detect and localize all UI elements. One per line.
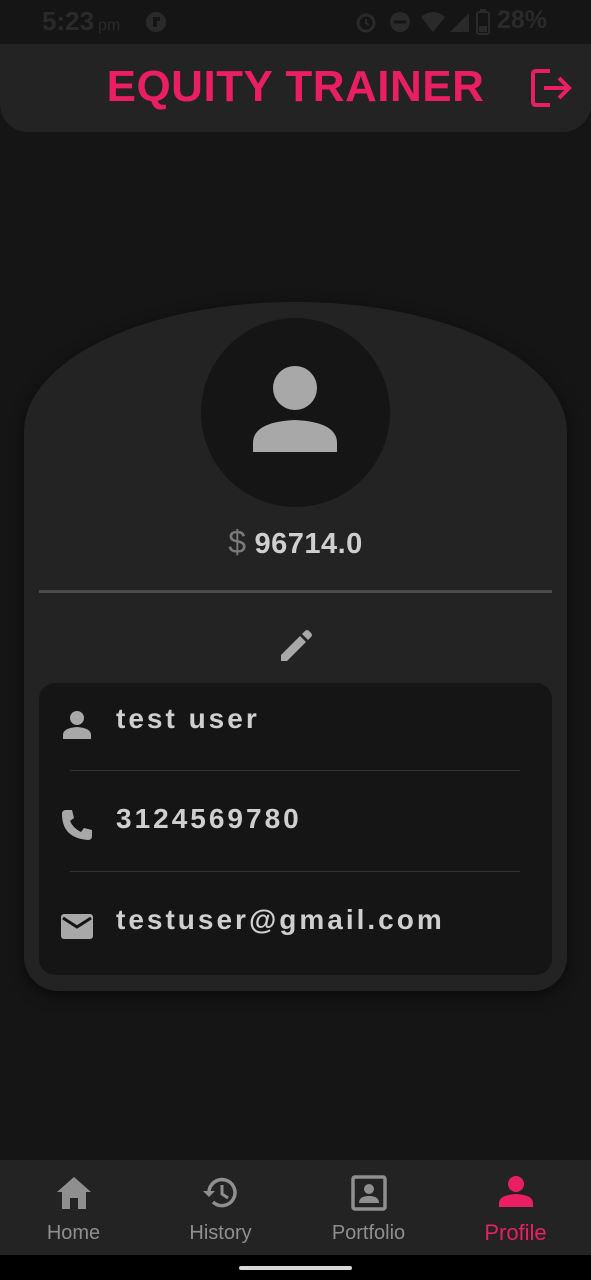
wifi-icon [421, 12, 445, 32]
status-bar: 5:23 pm 28% [0, 0, 591, 44]
row-divider [70, 770, 520, 771]
nav-portfolio[interactable]: Portfolio [295, 1160, 442, 1255]
user-name: test user [116, 703, 260, 734]
alarm-icon [356, 13, 376, 33]
phone-icon [62, 810, 92, 840]
home-icon [57, 1177, 91, 1209]
nav-home-label: Home [46, 1222, 101, 1244]
name-row: test user [39, 683, 552, 783]
nav-history[interactable]: History [147, 1160, 294, 1255]
gesture-bar [0, 1255, 591, 1280]
history-icon [203, 1177, 237, 1208]
user-info-box: test user 3124569780 testuser@gmail.com [39, 683, 552, 975]
status-time: 5:23 pm [42, 6, 120, 37]
card-divider [39, 590, 552, 593]
user-phone: 3124569780 [116, 803, 302, 834]
notification-app-icon [146, 12, 166, 32]
profile-screen: 5:23 pm 28% EQUITY TRAINER $ 96714.0 tes… [0, 0, 591, 1280]
app-bar: EQUITY TRAINER [0, 44, 591, 132]
user-email: testuser@gmail.com [116, 904, 445, 935]
status-time-value: 5:23 [42, 6, 95, 36]
nav-home[interactable]: Home [0, 1160, 147, 1255]
person-avatar-icon [253, 366, 337, 452]
dollar-icon: $ [228, 524, 247, 560]
row-divider [70, 871, 520, 872]
gesture-handle[interactable] [239, 1266, 352, 1270]
bottom-navigation: Home History Portfolio Profile [0, 1160, 591, 1255]
email-icon [61, 914, 93, 939]
nav-history-label: History [189, 1222, 252, 1244]
signal-icon [450, 13, 469, 32]
avatar[interactable] [201, 318, 390, 507]
battery-percent: 28% [497, 6, 548, 34]
portfolio-icon [351, 1175, 387, 1211]
logout-button[interactable] [528, 66, 576, 110]
nav-portfolio-label: Portfolio [331, 1222, 406, 1244]
nav-profile-label: Profile [484, 1220, 547, 1245]
email-row: testuser@gmail.com [39, 884, 552, 984]
edit-profile-button[interactable] [276, 626, 316, 666]
balance: $96714.0 [24, 524, 567, 561]
app-title: EQUITY TRAINER [106, 62, 485, 111]
balance-value: 96714.0 [254, 528, 363, 560]
person-icon [63, 711, 91, 739]
edit-icon [281, 630, 312, 661]
profile-card: $96714.0 test user 3124569780 testuser@g… [24, 302, 567, 991]
nav-profile[interactable]: Profile [442, 1160, 589, 1255]
logout-icon [531, 69, 572, 107]
person-icon [499, 1176, 533, 1207]
battery-icon [476, 9, 490, 35]
do-not-disturb-icon [390, 12, 410, 32]
phone-row: 3124569780 [39, 783, 552, 883]
status-time-ampm: pm [98, 17, 121, 34]
